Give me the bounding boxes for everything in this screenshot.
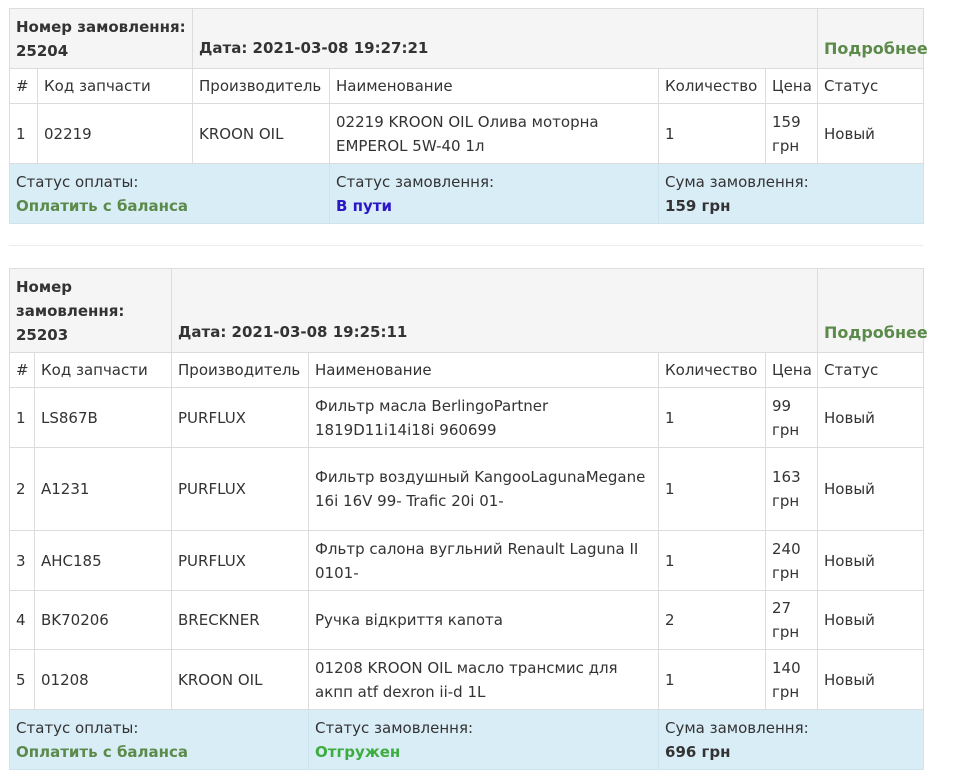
part-code: 02219 — [36, 103, 194, 164]
divider — [9, 245, 923, 246]
order-sum-label: Сума замовлення: — [665, 173, 809, 191]
item-name: 02219 KROON OIL Олива моторна EMPEROL 5W… — [329, 103, 660, 164]
column-header: Цена — [765, 68, 819, 104]
part-code: A1231 — [33, 447, 173, 531]
quantity: 1 — [658, 387, 767, 448]
order-number-cell: Номер замовлення: 25203 — [8, 268, 173, 353]
pay-from-balance-link[interactable]: Оплатить с баланса — [16, 194, 323, 218]
order-number-label: Номер замовлення: — [16, 17, 186, 36]
table-row: 5 01208 KROON OIL 01208 KROON OIL масло … — [9, 649, 925, 710]
column-header: Наименование — [329, 68, 660, 104]
item-status: Новый — [817, 103, 925, 164]
order-summary-row: Статус оплаты: Оплатить с баланса Статус… — [8, 709, 925, 770]
table-row: 1 LS867B PURFLUX Фильтр масла BerlingoPa… — [9, 387, 925, 448]
order-status-label: Статус замовлення: — [315, 719, 474, 737]
row-number: 2 — [9, 447, 35, 531]
column-header: # — [9, 352, 35, 388]
table-row: 3 AHC185 PURFLUX Фльтр салона вугльний R… — [9, 530, 925, 591]
manufacturer: PURFLUX — [171, 530, 310, 591]
order-number: 25204 — [16, 41, 69, 60]
row-number: 1 — [9, 387, 35, 448]
column-header: Производитель — [192, 68, 331, 104]
part-code: BK70206 — [33, 590, 173, 650]
order-status-value: Отгружен — [315, 743, 401, 761]
order-number-label: Номер замовлення: — [16, 277, 125, 320]
price: 163 грн — [765, 447, 819, 531]
table-row: 4 BK70206 BRECKNER Ручка відкриття капот… — [9, 590, 925, 650]
table-row: 1 02219 KROON OIL 02219 KROON OIL Олива … — [9, 103, 925, 164]
price: 159 грн — [765, 103, 819, 164]
item-name: Фльтр салона вугльний Renault Laguna II … — [308, 530, 660, 591]
column-header: Наименование — [308, 352, 660, 388]
manufacturer: BRECKNER — [171, 590, 310, 650]
quantity: 1 — [658, 530, 767, 591]
order-sum-value: 159 грн — [665, 197, 731, 215]
order-summary-row: Статус оплаты: Оплатить с баланса Статус… — [8, 163, 925, 224]
table-row: 2 A1231 PURFLUX Фильтр воздушный KangooL… — [9, 447, 925, 531]
item-status: Новый — [817, 387, 925, 448]
column-header: Количество — [658, 68, 767, 104]
order-status: Статус замовлення: Отгружен — [308, 709, 660, 770]
column-header: Цена — [765, 352, 819, 388]
order-status-label: Статус замовлення: — [336, 173, 495, 191]
order-table: Номер замовлення: 25204 Дата: 2021-03-08… — [8, 8, 928, 224]
item-name: Фильтр воздушный KangooLagunaMegane 16i … — [308, 447, 660, 531]
order-sum-label: Сума замовлення: — [665, 719, 809, 737]
part-code: LS867B — [33, 387, 173, 448]
order-sum: Сума замовлення: 696 грн — [658, 709, 925, 770]
row-number: 3 — [9, 530, 35, 591]
manufacturer: PURFLUX — [171, 447, 310, 531]
details-link[interactable]: Подробнее — [817, 268, 928, 353]
order-date: Дата: 2021-03-08 19:27:21 — [192, 8, 819, 69]
column-header: Статус — [817, 68, 925, 104]
order-sum: Сума замовлення: 159 грн — [658, 163, 925, 224]
column-header: Производитель — [171, 352, 310, 388]
item-name: Фильтр масла BerlingoPartner 1819D11i14i… — [308, 387, 660, 448]
column-header: # — [9, 68, 38, 104]
column-header: Количество — [658, 352, 767, 388]
manufacturer: KROON OIL — [171, 649, 310, 710]
part-code: 01208 — [33, 649, 173, 710]
order-status-value: В пути — [336, 197, 393, 215]
order-date: Дата: 2021-03-08 19:25:11 — [171, 268, 819, 353]
quantity: 1 — [658, 103, 767, 164]
column-header: Статус — [817, 352, 925, 388]
manufacturer: KROON OIL — [192, 103, 331, 164]
price: 99 грн — [765, 387, 819, 448]
row-number: 5 — [9, 649, 35, 710]
order-number: 25203 — [16, 325, 69, 344]
row-number: 4 — [9, 590, 35, 650]
order-table: Номер замовлення: 25203 Дата: 2021-03-08… — [8, 268, 928, 770]
manufacturer: PURFLUX — [171, 387, 310, 448]
item-name: 01208 KROON OIL масло трансмис для акпп … — [308, 649, 660, 710]
price: 140 грн — [765, 649, 819, 710]
order-status: Статус замовлення: В пути — [329, 163, 660, 224]
order-number-cell: Номер замовлення: 25204 — [8, 8, 194, 69]
payment-status-label: Статус оплаты: — [16, 719, 139, 737]
item-status: Новый — [817, 447, 925, 531]
column-header-row: # Код запчасти Производитель Наименовани… — [9, 68, 925, 104]
item-status: Новый — [817, 530, 925, 591]
payment-status-label: Статус оплаты: — [16, 173, 139, 191]
quantity: 1 — [658, 649, 767, 710]
item-name: Ручка відкриття капота — [308, 590, 660, 650]
details-link[interactable]: Подробнее — [817, 8, 928, 69]
column-header-row: # Код запчасти Производитель Наименовани… — [9, 352, 925, 388]
pay-from-balance-link[interactable]: Оплатить с баланса — [16, 740, 302, 764]
column-header: Код запчасти — [36, 68, 194, 104]
price: 240 грн — [765, 530, 819, 591]
price: 27 грн — [765, 590, 819, 650]
order-sum-value: 696 грн — [665, 743, 731, 761]
part-code: AHC185 — [33, 530, 173, 591]
column-header: Код запчасти — [33, 352, 173, 388]
quantity: 2 — [658, 590, 767, 650]
item-status: Новый — [817, 649, 925, 710]
item-status: Новый — [817, 590, 925, 650]
quantity: 1 — [658, 447, 767, 531]
payment-status: Статус оплаты: Оплатить с баланса — [8, 163, 331, 224]
row-number: 1 — [9, 103, 38, 164]
payment-status: Статус оплаты: Оплатить с баланса — [8, 709, 310, 770]
